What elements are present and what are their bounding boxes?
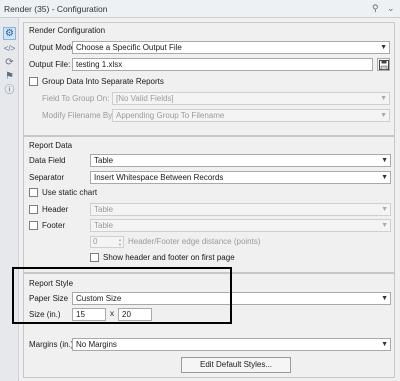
output-mode-select[interactable]: Choose a Specific Output File ▼ bbox=[72, 41, 390, 54]
margins-label: Margins (in.) bbox=[29, 340, 74, 349]
footer-label: Footer bbox=[42, 221, 66, 230]
render-configuration-section: Render Configuration Output Mode: Choose… bbox=[23, 22, 395, 136]
config-sidebar: ⚙ </> ⟳ ⚑ ⓘ bbox=[0, 18, 19, 381]
header-label: Header bbox=[42, 205, 69, 214]
tag-icon[interactable]: ⚑ bbox=[3, 70, 16, 83]
spin-arrows-icon[interactable]: ▲ ▼ bbox=[118, 237, 122, 247]
footer-checkbox[interactable] bbox=[29, 221, 38, 230]
data-field-value: Table bbox=[94, 156, 114, 165]
separator-select[interactable]: Insert Whitespace Between Records ▼ bbox=[90, 171, 391, 184]
edge-distance-label: Header/Footer edge distance (points) bbox=[128, 237, 261, 246]
static-chart-label: Use static chart bbox=[42, 188, 98, 197]
static-chart-checkbox[interactable] bbox=[29, 188, 38, 197]
output-file-input[interactable]: testing 1.xlsx bbox=[72, 58, 373, 71]
dropdown-arrow-icon: ▼ bbox=[381, 157, 388, 164]
report-data-section: Report Data Data Field Table ▼ Separator… bbox=[23, 136, 395, 273]
edge-distance-spinner[interactable]: 0 ▲ ▼ bbox=[90, 236, 124, 248]
report-data-title: Report Data bbox=[29, 141, 73, 150]
gear-icon[interactable]: ⚙ bbox=[3, 27, 16, 40]
show-first-page-checkbox[interactable] bbox=[90, 253, 99, 262]
group-data-checkbox[interactable] bbox=[29, 77, 38, 86]
field-to-group-select[interactable]: [No Valid Fields] ▼ bbox=[112, 92, 390, 105]
output-file-label: Output File: bbox=[29, 60, 71, 69]
modify-filename-value: Appending Group To Filename bbox=[116, 111, 225, 120]
dropdown-arrow-icon: ▼ bbox=[381, 222, 388, 229]
output-file-value: testing 1.xlsx bbox=[76, 60, 123, 69]
show-first-page-label: Show header and footer on first page bbox=[103, 253, 235, 262]
footer-select[interactable]: Table ▼ bbox=[90, 219, 391, 232]
dropdown-arrow-icon: ▼ bbox=[381, 174, 388, 181]
window-title: Render (35) - Configuration bbox=[4, 4, 108, 14]
field-to-group-label: Field To Group On: bbox=[42, 94, 110, 103]
save-file-button[interactable] bbox=[377, 58, 390, 71]
edit-default-styles-button[interactable]: Edit Default Styles... bbox=[181, 357, 291, 373]
dropdown-arrow-icon: ▼ bbox=[380, 95, 387, 102]
output-mode-label: Output Mode: bbox=[29, 43, 78, 52]
dropdown-arrow-icon: ▼ bbox=[380, 112, 387, 119]
annotation-icon[interactable]: ⟳ bbox=[3, 56, 16, 69]
separator-value: Insert Whitespace Between Records bbox=[94, 173, 224, 182]
modify-filename-label: Modify Filename By: bbox=[42, 111, 115, 120]
header-checkbox[interactable] bbox=[29, 205, 38, 214]
code-icon[interactable]: </> bbox=[3, 42, 16, 55]
field-to-group-value: [No Valid Fields] bbox=[116, 94, 174, 103]
margins-value: No Margins bbox=[76, 340, 117, 349]
data-field-select[interactable]: Table ▼ bbox=[90, 154, 391, 167]
dropdown-arrow-icon: ▼ bbox=[380, 44, 387, 51]
group-data-label: Group Data Into Separate Reports bbox=[42, 77, 164, 86]
dropdown-arrow-icon: ▼ bbox=[381, 206, 388, 213]
data-field-label: Data Field bbox=[29, 156, 66, 165]
dropdown-arrow-icon: ▼ bbox=[381, 295, 388, 302]
help-icon[interactable]: ⓘ bbox=[3, 84, 16, 97]
header-select[interactable]: Table ▼ bbox=[90, 203, 391, 216]
save-icon bbox=[379, 60, 389, 70]
window-titlebar: Render (35) - Configuration ⚲ ⌄ bbox=[0, 0, 400, 18]
footer-value: Table bbox=[94, 221, 114, 230]
separator-label: Separator bbox=[29, 173, 65, 182]
header-value: Table bbox=[94, 205, 114, 214]
output-mode-value: Choose a Specific Output File bbox=[76, 43, 182, 52]
dropdown-arrow-icon: ▼ bbox=[381, 341, 388, 348]
config-panel: Render Configuration Output Mode: Choose… bbox=[19, 18, 400, 381]
edge-distance-value: 0 bbox=[93, 237, 98, 246]
margins-select[interactable]: No Margins ▼ bbox=[72, 338, 391, 351]
pin-icon[interactable]: ⚲ bbox=[372, 3, 379, 14]
highlight-box bbox=[12, 267, 232, 324]
modify-filename-select[interactable]: Appending Group To Filename ▼ bbox=[112, 109, 390, 122]
chevron-down-icon[interactable]: ⌄ bbox=[387, 3, 395, 14]
render-configuration-title: Render Configuration bbox=[29, 26, 106, 35]
